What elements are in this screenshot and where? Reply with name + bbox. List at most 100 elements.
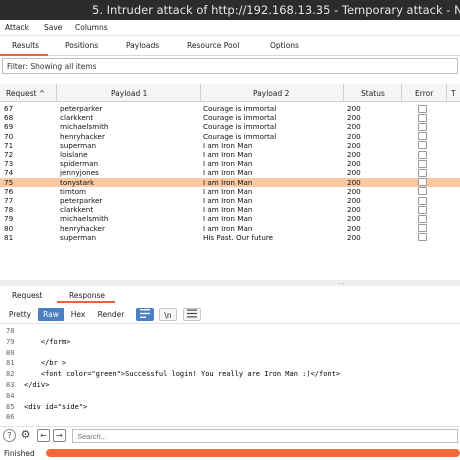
tab-resource-pool[interactable]: Resource Pool (187, 41, 239, 50)
menu-attack[interactable]: Attack (5, 23, 29, 32)
table-row[interactable]: 70 henryhacker Courage is immortal 200 (0, 132, 460, 141)
cell-payload2: I am Iron Man (203, 196, 253, 205)
cell-status: 200 (347, 196, 361, 205)
table-row[interactable]: 78 clarkkent I am Iron Man 200 (0, 205, 460, 214)
cell-payload2: His Past. Our future (203, 232, 274, 242)
table-row[interactable]: 71 superman I am Iron Man 200 (0, 141, 460, 150)
code-text: </form> (24, 337, 71, 346)
cell-status: 200 (347, 104, 361, 113)
column-header-status[interactable]: Status (361, 89, 385, 98)
attack-progress-bar (46, 449, 460, 457)
error-checkbox[interactable] (418, 122, 427, 131)
viewer-toolbar: Pretty Raw Hex Render \n (0, 306, 460, 324)
cell-payload2: I am Iron Man (203, 159, 253, 169)
tab-results[interactable]: Results (12, 41, 39, 50)
tab-payloads[interactable]: Payloads (126, 41, 159, 50)
pane-splitter[interactable]: ... (0, 278, 460, 286)
cell-status: 200 (347, 214, 361, 224)
table-row[interactable]: 73 spiderman I am Iron Man 200 (0, 159, 460, 168)
menu-bar: Attack Save Columns (0, 20, 460, 36)
cell-status: 200 (347, 177, 361, 187)
tab-response[interactable]: Response (69, 291, 105, 300)
error-checkbox[interactable] (418, 168, 427, 177)
wrap-lines-icon[interactable] (136, 308, 154, 321)
code-line: 80 (0, 348, 460, 358)
error-checkbox[interactable] (418, 141, 427, 150)
menu-save[interactable]: Save (44, 23, 62, 32)
cell-status: 200 (347, 186, 361, 196)
cell-payload1: peterparker (60, 104, 103, 113)
cell-payload2: I am Iron Man (203, 150, 253, 159)
error-checkbox[interactable] (418, 205, 427, 214)
column-header-error[interactable]: Error (415, 89, 433, 98)
code-text: <div id="side"> (24, 402, 88, 411)
hex-button[interactable]: Hex (66, 308, 90, 321)
error-checkbox[interactable] (418, 178, 427, 187)
cell-payload1: timtom (60, 186, 87, 196)
cell-status: 200 (347, 131, 361, 141)
error-checkbox[interactable] (418, 132, 427, 141)
filter-bar[interactable]: Filter: Showing all items (2, 58, 458, 74)
cell-payload1: jennyjones (60, 168, 99, 178)
menu-icon[interactable] (183, 308, 201, 321)
table-row[interactable]: 76 timtom I am Iron Man 200 (0, 187, 460, 196)
table-row[interactable]: 79 michaelsmith I am Iron Man 200 (0, 214, 460, 223)
tab-positions[interactable]: Positions (65, 41, 98, 50)
tab-options[interactable]: Options (270, 41, 299, 50)
back-arrow-icon[interactable]: ← (37, 429, 50, 442)
error-checkbox[interactable] (418, 214, 427, 223)
table-row[interactable]: 81 superman His Past. Our future 200 (0, 233, 460, 242)
newline-toggle-button[interactable]: \n (159, 308, 177, 321)
sort-asc-icon: ^ (38, 89, 46, 98)
render-button[interactable]: Render (93, 308, 129, 321)
cell-payload2: I am Iron Man (203, 140, 253, 150)
help-icon[interactable]: ? (3, 429, 16, 442)
error-checkbox[interactable] (418, 233, 427, 242)
forward-arrow-icon[interactable]: → (53, 429, 66, 442)
error-checkbox[interactable] (418, 159, 427, 168)
table-row[interactable]: 74 jennyjones I am Iron Man 200 (0, 168, 460, 177)
search-input[interactable] (72, 429, 458, 443)
pretty-button[interactable]: Pretty (4, 308, 36, 321)
code-text: </div> (24, 381, 50, 389)
table-row[interactable]: 80 henryhacker I am Iron Man 200 (0, 224, 460, 233)
cell-status: 200 (347, 205, 361, 215)
error-checkbox[interactable] (418, 113, 427, 122)
error-checkbox[interactable] (418, 104, 427, 113)
column-header-request[interactable]: Request ^ (6, 89, 45, 98)
settings-icon[interactable]: ⚙ (19, 429, 32, 442)
raw-button[interactable]: Raw (38, 308, 64, 321)
line-number: 79 (6, 337, 15, 346)
tab-request[interactable]: Request (12, 291, 42, 300)
cell-status: 200 (347, 140, 361, 150)
cell-payload1: henryhacker (60, 223, 105, 233)
error-checkbox[interactable] (418, 196, 427, 205)
cell-payload2: I am Iron Man (203, 168, 253, 178)
table-row[interactable]: 72 loislane I am Iron Man 200 (0, 150, 460, 159)
error-checkbox[interactable] (418, 150, 427, 159)
column-header-payload2[interactable]: Payload 2 (253, 89, 289, 98)
cell-payload2: Courage is immortal (203, 122, 277, 132)
cell-status: 200 (347, 113, 361, 123)
column-header-payload1[interactable]: Payload 1 (111, 89, 147, 98)
table-row[interactable]: 77 peterparker I am Iron Man 200 (0, 196, 460, 205)
error-checkbox[interactable] (418, 187, 427, 196)
code-line: 85 <div id="side"> (0, 402, 460, 412)
line-number: 82 (6, 370, 15, 379)
code-line: 86 (0, 412, 460, 422)
cell-payload2: Courage is immortal (203, 131, 277, 141)
cell-request: 77 (4, 196, 14, 205)
cell-payload1: loislane (60, 150, 88, 159)
active-tab-indicator (0, 54, 48, 56)
table-row[interactable]: 67 peterparker Courage is immortal 200 (0, 104, 460, 113)
table-row[interactable]: 68 clarkkent Courage is immortal 200 (0, 113, 460, 122)
menu-columns[interactable]: Columns (75, 23, 108, 32)
table-row[interactable]: 69 michaelsmith Courage is immortal 200 (0, 122, 460, 131)
splitter-grip[interactable]: ... (337, 278, 345, 286)
cell-request: 80 (4, 223, 14, 233)
column-header-timeout[interactable]: T (451, 89, 456, 98)
response-code-view[interactable]: 78 79 </form> 80 81 </br >82 <font color="g… (0, 325, 460, 425)
error-checkbox[interactable] (418, 224, 427, 233)
cell-request: 75 (4, 177, 14, 187)
table-row[interactable]: 75 tonystark I am Iron Man 200 (0, 177, 460, 187)
